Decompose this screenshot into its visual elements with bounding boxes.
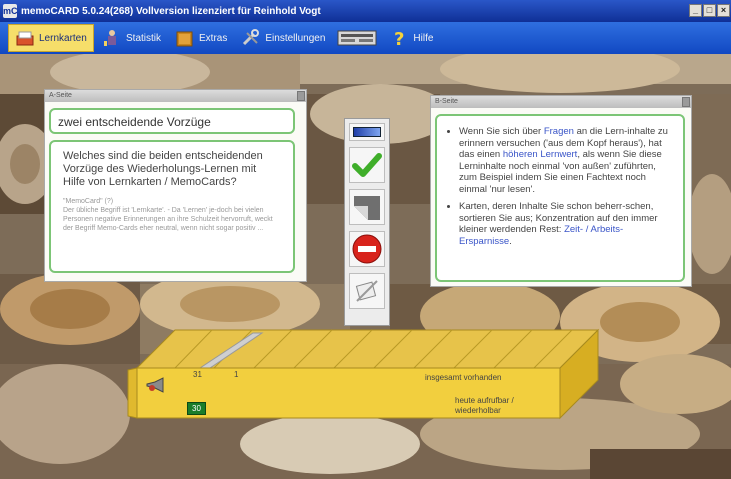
note-text: Der übliche Begriff ist 'Lernkarte'. - D… [63,207,273,232]
total-available-label: insgesamt vorhanden [425,373,502,382]
sound-horn-icon[interactable] [145,376,167,394]
menu-einstellungen[interactable]: Einstellungen [235,24,331,52]
answer-bullet: Wenn Sie sich über Fragen an die Lern-in… [459,126,673,195]
answer-panel: Wenn Sie sich über Fragen an die Lern-in… [435,114,685,282]
menu-label: Hilfe [413,32,434,44]
edit-card-icon [350,280,384,312]
card-side-label: A-Seite [49,92,72,99]
menu-label: Einstellungen [265,32,326,44]
minimize-button[interactable]: _ [689,4,702,17]
index-box-icon [15,29,35,47]
card-corner-icon [350,196,384,228]
menu-lernkarten[interactable]: Lernkarten [8,24,94,52]
answer-text: Karten, deren Inhalte Sie schon beherr-s… [459,201,658,235]
folder-icon [175,29,195,47]
card-header-scrollbar[interactable] [682,97,690,107]
svg-text:?: ? [394,29,404,47]
card-title: zwei entscheidende Vorzüge [49,108,295,134]
question-text: Welches sind die beiden entscheidenden V… [63,150,263,188]
app-icon: mC [3,4,18,18]
highlight-link[interactable]: höheren Lernwert [503,149,577,160]
review-toolbar [344,118,390,326]
card-header-scrollbar[interactable] [297,91,305,101]
stats-figure-icon [102,29,122,47]
menu-label: Lernkarten [39,32,87,44]
card-header: B-Seite [431,96,691,108]
title-bar: mC memoCARD 5.0.24(268) Vollversion lize… [0,0,731,22]
repeatable-label: wiederholbar [455,406,501,415]
checkmark-icon [350,153,384,186]
box-count-1: 1 [234,370,239,379]
progress-tool[interactable] [349,123,385,141]
help-icon: ? [389,29,409,50]
question-panel: Welches sind die beiden entscheidenden V… [49,140,295,273]
front-card: A-Seite zwei entscheidende Vorzüge Welch… [44,89,307,282]
box-count-31: 31 [193,370,202,379]
close-button[interactable]: × [717,4,730,17]
answer-text: Wenn Sie sich über [459,126,544,137]
no-entry-icon [350,234,384,270]
note-block: "MemoCard" (?) Der übliche Begriff ist '… [63,197,281,233]
menu-hilfe[interactable]: ? Hilfe [383,24,439,52]
due-today-label: heute aufrufbar / [455,396,514,405]
menu-label: Statistik [126,32,162,44]
tools-icon [241,29,261,47]
note-label: "MemoCard" (?) [63,198,114,205]
menu-label: Extras [199,32,228,44]
answer-list: Wenn Sie sich über Fragen an die Lern-in… [445,126,673,247]
app-window: mC memoCARD 5.0.24(268) Vollversion lize… [0,0,731,479]
highlight-link[interactable]: Fragen [544,126,574,137]
menu-statistik[interactable]: Statistik [96,24,167,52]
menu-keyboard[interactable] [333,24,381,52]
correct-button[interactable] [349,147,385,183]
menu-bar: Lernkarten Statistik Extras Einstellunge… [0,22,731,54]
answer-text: . [509,235,512,247]
progress-bar-icon [353,127,381,137]
menu-extras[interactable]: Extras [169,24,233,52]
card-header: A-Seite [45,90,306,102]
due-count-badge: 30 [187,402,206,415]
back-card: B-Seite Wenn Sie sich über Fragen an die… [430,95,692,287]
card-side-label: B-Seite [435,98,458,105]
answer-bullet: Karten, deren Inhalte Sie schon beherr-s… [459,201,673,247]
wrong-button[interactable] [349,231,385,267]
remove-card-button[interactable] [349,273,385,309]
window-title: memoCARD 5.0.24(268) Vollversion lizenzi… [21,5,321,17]
keyboard-icon [337,29,377,47]
maximize-button[interactable]: □ [703,4,716,17]
flip-card-button[interactable] [349,189,385,225]
